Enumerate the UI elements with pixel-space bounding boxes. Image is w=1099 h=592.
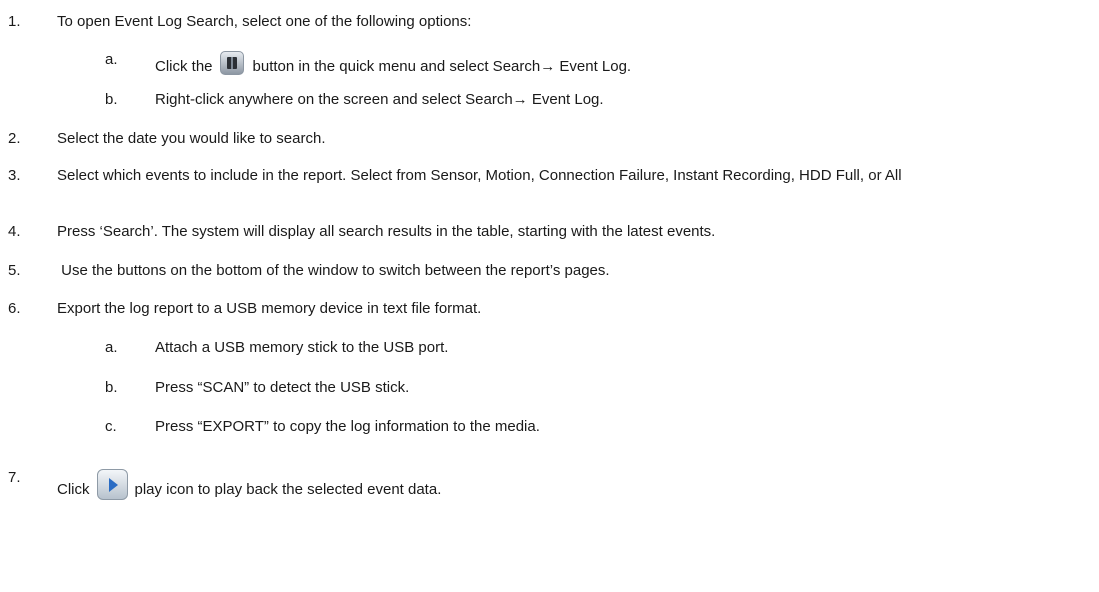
sub-text: Press “EXPORT” to copy the log informati… xyxy=(155,418,540,435)
sub-text: Attach a USB memory stick to the USB por… xyxy=(155,339,449,356)
sub-letter: a. xyxy=(105,339,118,356)
sub-letter: b. xyxy=(105,91,118,108)
step-number: 5. xyxy=(8,262,21,279)
quick-menu-icon xyxy=(219,51,244,75)
step-number: 2. xyxy=(8,130,21,147)
step-text: Export the log report to a USB memory de… xyxy=(57,300,482,317)
step-text: Use the buttons on the bottom of the win… xyxy=(57,262,610,279)
step-text: Press ‘Search’. The system will display … xyxy=(57,223,716,240)
step-number: 1. xyxy=(8,13,21,30)
step-text: Click play icon to play back the selected… xyxy=(57,469,441,500)
step-number: 7. xyxy=(8,469,21,486)
play-icon xyxy=(96,469,128,500)
sub-text: Press “SCAN” to detect the USB stick. xyxy=(155,379,410,396)
step-number: 4. xyxy=(8,223,21,240)
step-number: 6. xyxy=(8,300,21,317)
sub-letter: c. xyxy=(105,418,117,435)
sub-letter: a. xyxy=(105,51,118,68)
sub-text: Click the button in the quick menu and se… xyxy=(155,51,631,75)
step-text: To open Event Log Search, select one of … xyxy=(57,13,472,30)
step-text: Select the date you would like to search… xyxy=(57,130,326,147)
sub-letter: b. xyxy=(105,379,118,396)
step-number: 3. xyxy=(8,167,21,184)
step-text: Select which events to include in the re… xyxy=(57,167,902,184)
sub-text: Right-click anywhere on the screen and s… xyxy=(155,91,604,108)
